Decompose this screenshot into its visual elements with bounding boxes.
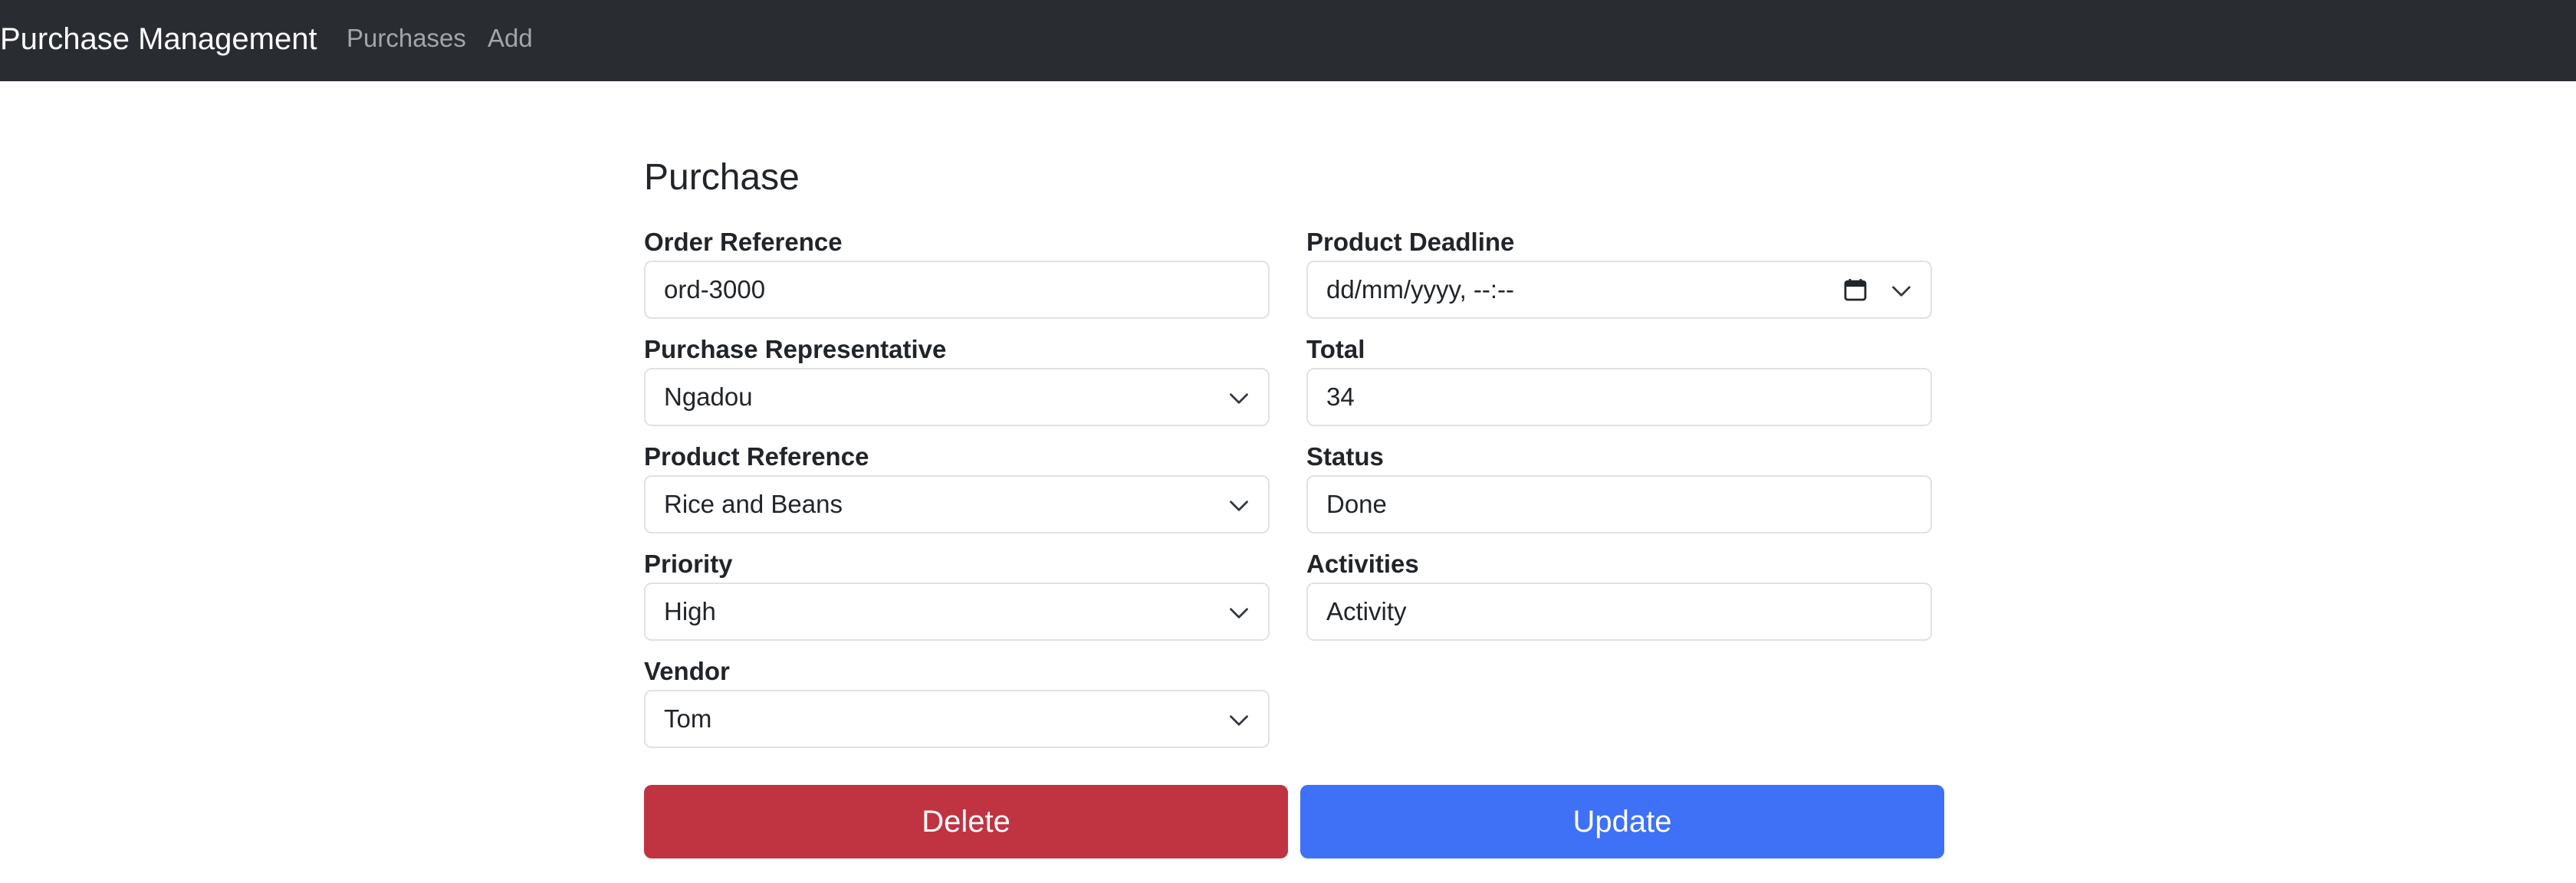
activities-value: Activity xyxy=(1326,597,1407,625)
product-reference-value: Rice and Beans xyxy=(664,490,843,518)
purchase-representative-value: Ngadou xyxy=(664,382,753,411)
total-input[interactable]: 34 xyxy=(1306,368,1932,426)
calendar-icon[interactable] xyxy=(1843,277,1868,302)
purchase-representative-select[interactable]: Ngadou xyxy=(644,368,1270,426)
chevron-down-icon xyxy=(1230,393,1248,404)
activities-input[interactable]: Activity xyxy=(1306,583,1932,641)
vendor-value: Tom xyxy=(664,704,712,733)
chevron-down-icon[interactable] xyxy=(1891,281,1912,302)
total-value: 34 xyxy=(1326,382,1355,411)
priority-label: Priority xyxy=(644,550,733,578)
product-deadline-label: Product Deadline xyxy=(1306,228,1515,256)
nav-link-add[interactable]: Add xyxy=(488,21,533,55)
purchase-representative-label: Purchase Representative xyxy=(644,335,947,363)
status-label: Status xyxy=(1306,442,1384,471)
product-reference-label: Product Reference xyxy=(644,442,869,471)
order-reference-label: Order Reference xyxy=(644,228,843,256)
order-reference-input[interactable]: ord-3000 xyxy=(644,261,1270,319)
total-label: Total xyxy=(1306,335,1365,363)
product-deadline-value: dd/mm/yyyy, --:-- xyxy=(1326,275,1515,304)
order-reference-value: ord-3000 xyxy=(664,275,766,304)
chevron-down-icon xyxy=(1230,608,1248,619)
activities-label: Activities xyxy=(1306,550,1419,578)
form-title: Purchase xyxy=(644,157,800,198)
vendor-select[interactable]: Tom xyxy=(644,690,1270,748)
vendor-label: Vendor xyxy=(644,657,730,685)
priority-value: High xyxy=(664,597,716,625)
product-deadline-input[interactable]: dd/mm/yyyy, --:-- xyxy=(1306,261,1932,319)
navbar: Purchase Management Purchases Add xyxy=(0,0,2576,81)
status-value: Done xyxy=(1326,490,1387,518)
chevron-down-icon xyxy=(1230,501,1248,511)
priority-select[interactable]: High xyxy=(644,583,1270,641)
nav-link-purchases[interactable]: Purchases xyxy=(347,21,466,55)
product-reference-select[interactable]: Rice and Beans xyxy=(644,475,1270,533)
status-input[interactable]: Done xyxy=(1306,475,1932,533)
delete-button[interactable]: Delete xyxy=(644,785,1288,858)
update-button[interactable]: Update xyxy=(1300,785,1944,858)
chevron-down-icon xyxy=(1230,715,1248,726)
navbar-brand[interactable]: Purchase Management xyxy=(0,20,317,58)
